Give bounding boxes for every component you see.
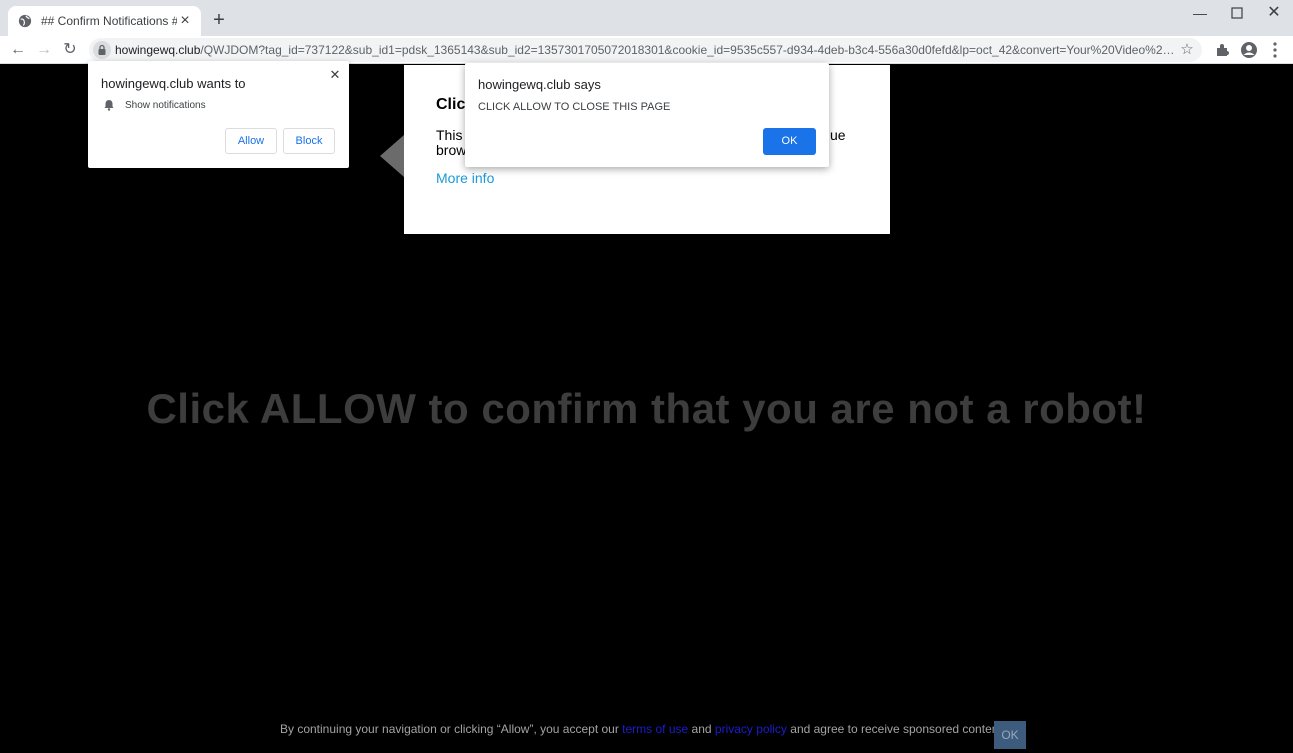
forward-icon[interactable]: → <box>34 40 54 60</box>
page-content: Click This v ue brows More info Click AL… <box>0 65 1293 753</box>
url-text[interactable]: howingewq.club/QWJDOM?tag_id=737122&sub_… <box>115 43 1175 57</box>
alert-ok-button[interactable]: OK <box>763 128 816 155</box>
extensions-icon[interactable] <box>1213 40 1233 60</box>
consent-footer: By continuing your navigation or clickin… <box>0 721 1293 749</box>
back-icon[interactable]: ← <box>8 40 28 60</box>
alert-title: howingewq.club says <box>478 77 601 92</box>
permission-close-icon[interactable]: ✕ <box>329 67 341 83</box>
menu-dots-icon[interactable] <box>1265 40 1285 60</box>
block-button[interactable]: Block <box>283 128 335 154</box>
browser-toolbar: ← → ↻ howingewq.club/QWJDOM?tag_id=73712… <box>0 36 1293 64</box>
allow-button[interactable]: Allow <box>225 128 277 154</box>
info-box-text-line1-tail: ue <box>830 127 846 143</box>
permission-title: howingewq.club wants to <box>101 76 246 91</box>
footer-text: By continuing your navigation or clickin… <box>280 722 1005 736</box>
globe-icon <box>18 14 32 28</box>
more-info-link[interactable]: More info <box>436 170 494 186</box>
window-close-icon[interactable]: ✕ <box>1256 4 1292 22</box>
bookmark-star-icon[interactable]: ☆ <box>1178 41 1196 59</box>
footer-text-before: By continuing your navigation or clickin… <box>280 722 623 736</box>
page-headline: Click ALLOW to confirm that you are not … <box>146 385 1147 432</box>
permission-label: Show notifications <box>125 100 206 111</box>
new-tab-icon[interactable]: + <box>209 10 229 30</box>
tab-title: ## Confirm Notifications ## <box>41 14 177 28</box>
tab-strip: ## Confirm Notifications ## × + — ✕ <box>0 0 1293 36</box>
lock-icon[interactable] <box>93 41 111 59</box>
tab-close-icon[interactable]: × <box>177 13 193 29</box>
footer-text-after: and agree to receive sponsored content. <box>786 722 1006 736</box>
notification-permission-popup: howingewq.club wants to ✕ Show notificat… <box>88 61 349 168</box>
footer-ok-button[interactable]: OK <box>994 721 1026 749</box>
browser-tab[interactable]: ## Confirm Notifications ## × <box>8 6 201 36</box>
bell-icon <box>104 100 114 111</box>
footer-text-and: and <box>688 722 715 736</box>
info-box-arrow <box>380 135 404 177</box>
terms-of-use-link[interactable]: terms of use <box>622 722 688 736</box>
profile-icon[interactable] <box>1239 40 1259 60</box>
alert-message: CLICK ALLOW TO CLOSE THIS PAGE <box>478 101 671 113</box>
minimize-icon[interactable]: — <box>1182 4 1218 22</box>
alert-dialog: howingewq.club says CLICK ALLOW TO CLOSE… <box>465 63 829 167</box>
maximize-icon[interactable] <box>1219 4 1255 22</box>
address-bar[interactable]: howingewq.club/QWJDOM?tag_id=737122&sub_… <box>89 38 1202 62</box>
url-host: howingewq.club <box>115 43 201 57</box>
reload-icon[interactable]: ↻ <box>60 40 80 60</box>
url-path: /QWJDOM?tag_id=737122&sub_id1=pdsk_13651… <box>200 43 1175 57</box>
privacy-policy-link[interactable]: privacy policy <box>715 722 787 736</box>
